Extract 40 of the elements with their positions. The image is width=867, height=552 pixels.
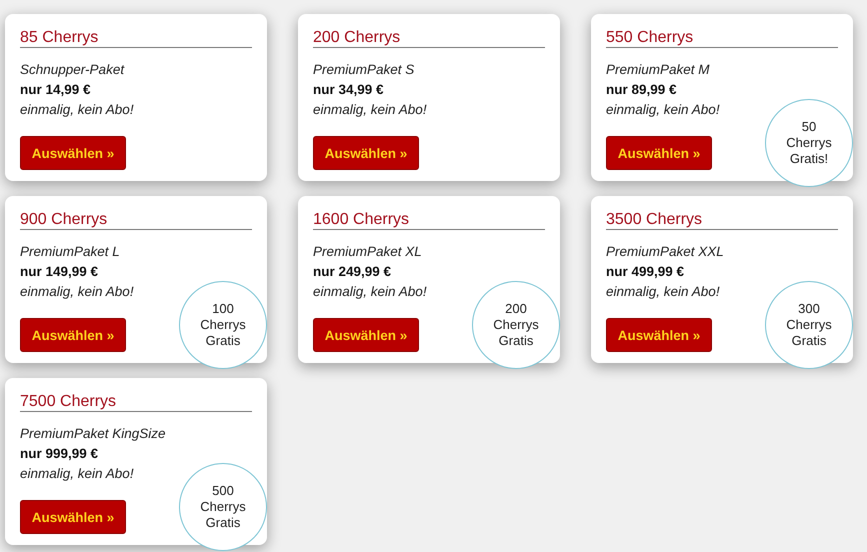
package-name: PremiumPaket XXL bbox=[606, 243, 725, 261]
package-note: einmalig, kein Abo! bbox=[313, 283, 428, 301]
package-price: nur 499,99 € bbox=[606, 263, 686, 281]
package-note: einmalig, kein Abo! bbox=[20, 283, 135, 301]
package-note: einmalig, kein Abo! bbox=[20, 101, 135, 119]
package-price: nur 999,99 € bbox=[20, 445, 100, 463]
select-button[interactable]: Auswählen » bbox=[20, 136, 126, 170]
package-note: einmalig, kein Abo! bbox=[606, 101, 721, 119]
bonus-badge: 200 Cherrys Gratis bbox=[472, 281, 560, 369]
package-name: PremiumPaket M bbox=[606, 61, 711, 79]
package-title: 200 Cherrys bbox=[313, 29, 545, 48]
package-title: 85 Cherrys bbox=[20, 29, 252, 48]
package-price: nur 249,99 € bbox=[313, 263, 392, 281]
package-price: nur 149,99 € bbox=[20, 263, 100, 281]
select-button[interactable]: Auswählen » bbox=[606, 136, 712, 170]
package-title: 1600 Cherrys bbox=[313, 211, 545, 230]
select-button[interactable]: Auswählen » bbox=[20, 500, 126, 534]
package-title: 3500 Cherrys bbox=[606, 211, 838, 230]
bonus-badge: 50 Cherrys Gratis! bbox=[765, 99, 853, 187]
package-price: nur 14,99 € bbox=[20, 81, 92, 99]
package-price: nur 89,99 € bbox=[606, 81, 678, 99]
bonus-badge: 500 Cherrys Gratis bbox=[179, 463, 267, 551]
package-title: 550 Cherrys bbox=[606, 29, 838, 48]
select-button[interactable]: Auswählen » bbox=[606, 318, 712, 352]
package-note: einmalig, kein Abo! bbox=[606, 283, 721, 301]
package-name: PremiumPaket S bbox=[313, 61, 416, 79]
package-note: einmalig, kein Abo! bbox=[313, 101, 428, 119]
package-name: PremiumPaket L bbox=[20, 243, 121, 261]
package-price: nur 34,99 € bbox=[313, 81, 385, 99]
package-name: PremiumPaket KingSize bbox=[20, 425, 167, 443]
package-title: 900 Cherrys bbox=[20, 211, 252, 230]
bonus-badge: 100 Cherrys Gratis bbox=[179, 281, 267, 369]
bonus-badge: 300 Cherrys Gratis bbox=[765, 281, 853, 369]
select-button[interactable]: Auswählen » bbox=[313, 136, 419, 170]
package-name: PremiumPaket XL bbox=[313, 243, 423, 261]
package-note: einmalig, kein Abo! bbox=[20, 465, 135, 483]
package-name: Schnupper-Paket bbox=[20, 61, 126, 79]
select-button[interactable]: Auswählen » bbox=[313, 318, 419, 352]
package-title: 7500 Cherrys bbox=[20, 393, 252, 412]
select-button[interactable]: Auswählen » bbox=[20, 318, 126, 352]
